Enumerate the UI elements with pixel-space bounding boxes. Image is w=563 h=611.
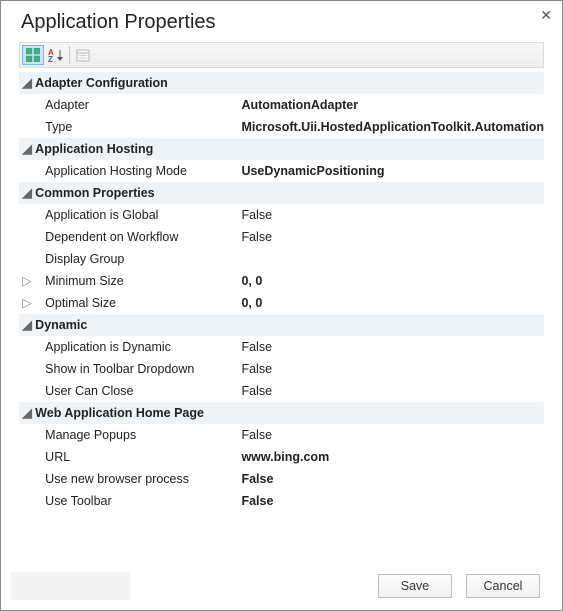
property-label: Type <box>35 116 241 138</box>
property-value[interactable]: Microsoft.Uii.HostedApplicationToolkit.A… <box>241 116 544 138</box>
property-label: User Can Close <box>35 380 241 402</box>
dialog-window: ✕ Application Properties A Z <box>0 0 563 611</box>
property-value[interactable]: False <box>241 380 544 402</box>
categorized-icon <box>26 48 40 62</box>
property-row[interactable]: Manage PopupsFalse <box>19 424 544 446</box>
expand-icon[interactable]: ▷ <box>19 292 35 314</box>
expand-placeholder <box>19 248 35 270</box>
property-label: Adapter <box>35 94 241 116</box>
category-row[interactable]: ◢Application Hosting <box>19 138 544 160</box>
property-value[interactable]: False <box>241 204 544 226</box>
property-label: Minimum Size <box>35 270 241 292</box>
svg-text:Z: Z <box>48 55 53 62</box>
property-row[interactable]: AdapterAutomationAdapter <box>19 94 544 116</box>
expand-placeholder <box>19 336 35 358</box>
property-pages-icon <box>76 49 90 62</box>
property-label: URL <box>35 446 241 468</box>
property-row[interactable]: Application is DynamicFalse <box>19 336 544 358</box>
property-toolbar: A Z <box>19 42 544 68</box>
property-row[interactable]: Application Hosting ModeUseDynamicPositi… <box>19 160 544 182</box>
collapse-icon[interactable]: ◢ <box>19 138 35 160</box>
expand-placeholder <box>19 490 35 512</box>
property-label: Manage Popups <box>35 424 241 446</box>
expand-placeholder <box>19 380 35 402</box>
expand-placeholder <box>19 160 35 182</box>
category-label: Application Hosting <box>35 138 544 160</box>
property-row[interactable]: Display Group <box>19 248 544 270</box>
collapse-icon[interactable]: ◢ <box>19 314 35 336</box>
property-value[interactable]: AutomationAdapter <box>241 94 544 116</box>
property-row[interactable]: Use ToolbarFalse <box>19 490 544 512</box>
property-value[interactable]: False <box>241 424 544 446</box>
property-grid[interactable]: ◢Adapter ConfigurationAdapterAutomationA… <box>19 72 544 542</box>
category-label: Common Properties <box>35 182 544 204</box>
category-row[interactable]: ◢Adapter Configuration <box>19 72 544 94</box>
property-value[interactable]: 0, 0 <box>241 270 544 292</box>
sort-az-icon: A Z <box>48 48 64 62</box>
category-row[interactable]: ◢Dynamic <box>19 314 544 336</box>
cancel-button[interactable]: Cancel <box>466 574 540 598</box>
category-label: Web Application Home Page <box>35 402 544 424</box>
property-value[interactable]: 0, 0 <box>241 292 544 314</box>
property-row[interactable]: Dependent on WorkflowFalse <box>19 226 544 248</box>
property-value[interactable]: False <box>241 490 544 512</box>
property-row[interactable]: User Can CloseFalse <box>19 380 544 402</box>
collapse-icon[interactable]: ◢ <box>19 182 35 204</box>
property-value[interactable]: False <box>241 226 544 248</box>
collapse-icon[interactable]: ◢ <box>19 402 35 424</box>
property-pages-button[interactable] <box>72 45 94 65</box>
expand-icon[interactable]: ▷ <box>19 270 35 292</box>
property-label: Show in Toolbar Dropdown <box>35 358 241 380</box>
save-button[interactable]: Save <box>378 574 452 598</box>
property-value[interactable] <box>241 248 544 270</box>
property-row[interactable]: ▷Minimum Size0, 0 <box>19 270 544 292</box>
dialog-footer: Save Cancel <box>1 562 562 610</box>
property-value[interactable]: UseDynamicPositioning <box>241 160 544 182</box>
property-label: Dependent on Workflow <box>35 226 241 248</box>
toolbar-separator <box>69 46 70 64</box>
expand-placeholder <box>19 468 35 490</box>
property-value[interactable]: False <box>241 336 544 358</box>
property-row[interactable]: Application is GlobalFalse <box>19 204 544 226</box>
close-icon[interactable]: ✕ <box>540 7 552 24</box>
category-label: Adapter Configuration <box>35 72 544 94</box>
expand-placeholder <box>19 424 35 446</box>
expand-placeholder <box>19 204 35 226</box>
property-row[interactable]: ▷Optimal Size0, 0 <box>19 292 544 314</box>
expand-placeholder <box>19 226 35 248</box>
property-row[interactable]: Use new browser processFalse <box>19 468 544 490</box>
category-label: Dynamic <box>35 314 544 336</box>
property-row[interactable]: TypeMicrosoft.Uii.HostedApplicationToolk… <box>19 116 544 138</box>
footer-shade <box>11 572 131 600</box>
property-label: Application is Global <box>35 204 241 226</box>
property-label: Application Hosting Mode <box>35 160 241 182</box>
property-row[interactable]: URLwww.bing.com <box>19 446 544 468</box>
property-label: Optimal Size <box>35 292 241 314</box>
expand-placeholder <box>19 358 35 380</box>
property-value[interactable]: www.bing.com <box>241 446 544 468</box>
category-row[interactable]: ◢Web Application Home Page <box>19 402 544 424</box>
expand-placeholder <box>19 446 35 468</box>
expand-placeholder <box>19 116 35 138</box>
categorized-button[interactable] <box>22 45 44 65</box>
property-row[interactable]: Show in Toolbar DropdownFalse <box>19 358 544 380</box>
property-label: Use Toolbar <box>35 490 241 512</box>
collapse-icon[interactable]: ◢ <box>19 72 35 94</box>
dialog-title: Application Properties <box>1 1 562 42</box>
property-label: Use new browser process <box>35 468 241 490</box>
alphabetical-button[interactable]: A Z <box>45 45 67 65</box>
category-row[interactable]: ◢Common Properties <box>19 182 544 204</box>
expand-placeholder <box>19 94 35 116</box>
property-label: Application is Dynamic <box>35 336 241 358</box>
property-label: Display Group <box>35 248 241 270</box>
property-value[interactable]: False <box>241 358 544 380</box>
property-value[interactable]: False <box>241 468 544 490</box>
